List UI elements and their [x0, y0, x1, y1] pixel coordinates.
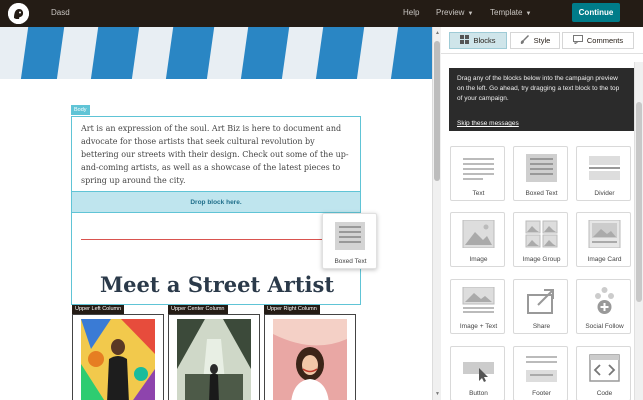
image-icon: [462, 220, 495, 248]
boxed-text-icon: [526, 154, 557, 182]
street-art-photo: [81, 319, 155, 400]
drop-zone[interactable]: Drop block here.: [71, 191, 361, 213]
block-label: Text: [472, 190, 485, 197]
block-divider[interactable]: Divider: [576, 146, 631, 201]
street-art-photo: [177, 319, 251, 400]
image-group-icon: [525, 220, 558, 248]
body-text-block[interactable]: Art is an expression of the soul. Art Bi…: [71, 116, 361, 192]
page-heading: Meet a Street Artist: [99, 272, 335, 297]
dragged-boxed-text-block[interactable]: Boxed Text: [322, 213, 377, 269]
preview-scrollbar[interactable]: ▲ ▼: [432, 27, 441, 400]
upper-right-column[interactable]: [264, 314, 356, 400]
banner-stripe: [277, 27, 327, 79]
scroll-down-arrow-icon[interactable]: ▼: [434, 390, 441, 398]
campaign-preview: Body Art is an expression of the soul. A…: [0, 27, 432, 400]
block-label: Image Group: [522, 256, 561, 263]
banner-stripe: [352, 27, 402, 79]
tab-blocks[interactable]: Blocks: [449, 32, 507, 49]
block-image[interactable]: Image: [450, 212, 505, 267]
preview-scroll-thumb[interactable]: [434, 41, 440, 181]
upper-right-column-tag: Upper Right Column: [264, 305, 320, 314]
scroll-up-arrow-icon[interactable]: ▲: [434, 29, 441, 37]
tab-comments[interactable]: Comments: [562, 32, 634, 49]
block-label: Image Card: [587, 256, 622, 263]
block-boxed-text[interactable]: Boxed Text: [513, 146, 568, 201]
blocks-tooltip: Drag any of the blocks below into the ca…: [449, 68, 634, 131]
text-block-icon: [463, 158, 494, 180]
block-label: Image + Text: [459, 323, 498, 330]
banner-stripe: [0, 27, 32, 79]
block-label: Boxed Text: [525, 190, 558, 197]
campaign-name[interactable]: Dasd: [51, 8, 70, 17]
comment-icon: [572, 35, 583, 46]
tab-comments-label: Comments: [586, 36, 624, 45]
block-share[interactable]: Share: [513, 279, 568, 334]
banner-stripe: [202, 27, 252, 79]
block-label: Divider: [594, 190, 615, 197]
block-label: Code: [596, 390, 613, 397]
help-link[interactable]: Help: [403, 8, 419, 17]
chevron-down-icon: ▼: [467, 11, 474, 17]
share-icon: [527, 289, 554, 314]
divider-icon: [589, 156, 620, 180]
block-button[interactable]: Button: [450, 346, 505, 400]
panel-scroll-thumb[interactable]: [636, 102, 642, 302]
block-text[interactable]: Text: [450, 146, 505, 201]
preview-menu[interactable]: Preview ▼: [436, 8, 473, 17]
freddie-logo-icon[interactable]: [8, 3, 29, 24]
divider-line: [81, 239, 335, 240]
button-icon: [463, 362, 494, 382]
footer-icon: [526, 356, 557, 382]
upper-center-column-tag: Upper Center Column: [168, 305, 228, 314]
blocks-panel: Blocks Style Comments Drag any of the bl…: [441, 27, 643, 400]
tooltip-text: Drag any of the blocks below into the ca…: [457, 75, 620, 102]
block-label: Button: [469, 390, 488, 397]
dragged-block-label: Boxed Text: [334, 258, 367, 265]
block-label: Social Follow: [585, 323, 624, 330]
tab-blocks-label: Blocks: [473, 36, 496, 45]
block-image-text[interactable]: Image + Text: [450, 279, 505, 334]
continue-button[interactable]: Continue: [572, 3, 620, 22]
header-image[interactable]: [0, 27, 432, 79]
boxed-text-icon: [335, 222, 365, 250]
image-text-icon: [462, 287, 495, 313]
help-label: Help: [403, 8, 420, 17]
heading-block[interactable]: Meet a Street Artist: [71, 213, 361, 305]
skip-messages-link[interactable]: Skip these messages: [457, 119, 519, 129]
body-tag: Body: [71, 105, 90, 115]
banner-stripe: [52, 27, 102, 79]
chevron-down-icon: ▼: [525, 11, 532, 17]
body-text: Art is an expression of the soul. Art Bi…: [81, 124, 349, 185]
paintbrush-icon: [520, 34, 530, 47]
block-image-card[interactable]: Image Card: [576, 212, 631, 267]
code-icon: [589, 354, 620, 382]
template-menu[interactable]: Template ▼: [490, 8, 531, 17]
street-art-photo: [273, 319, 347, 400]
block-label: Footer: [532, 390, 551, 397]
block-social-follow[interactable]: Social Follow: [576, 279, 631, 334]
upper-left-column-tag: Upper Left Column: [72, 305, 125, 314]
banner-stripe: [127, 27, 177, 79]
blocks-icon: [460, 35, 470, 46]
preview-label: Preview: [436, 8, 465, 17]
social-follow-icon: [595, 287, 614, 314]
template-label: Template: [490, 8, 523, 17]
block-code[interactable]: Code: [576, 346, 631, 400]
panel-scrollbar[interactable]: [634, 62, 643, 400]
upper-left-column[interactable]: [72, 314, 164, 400]
block-label: Image: [469, 256, 488, 263]
image-card-icon: [588, 220, 621, 248]
block-label: Share: [532, 323, 551, 330]
block-image-group[interactable]: Image Group: [513, 212, 568, 267]
tab-style-label: Style: [533, 36, 551, 45]
panel-tabs: Blocks Style Comments: [441, 27, 643, 54]
tab-style[interactable]: Style: [510, 32, 560, 49]
upper-center-column[interactable]: [168, 314, 260, 400]
top-navigation-bar: Dasd Help Preview ▼ Template ▼ Continue: [0, 0, 643, 27]
block-footer[interactable]: Footer: [513, 346, 568, 400]
